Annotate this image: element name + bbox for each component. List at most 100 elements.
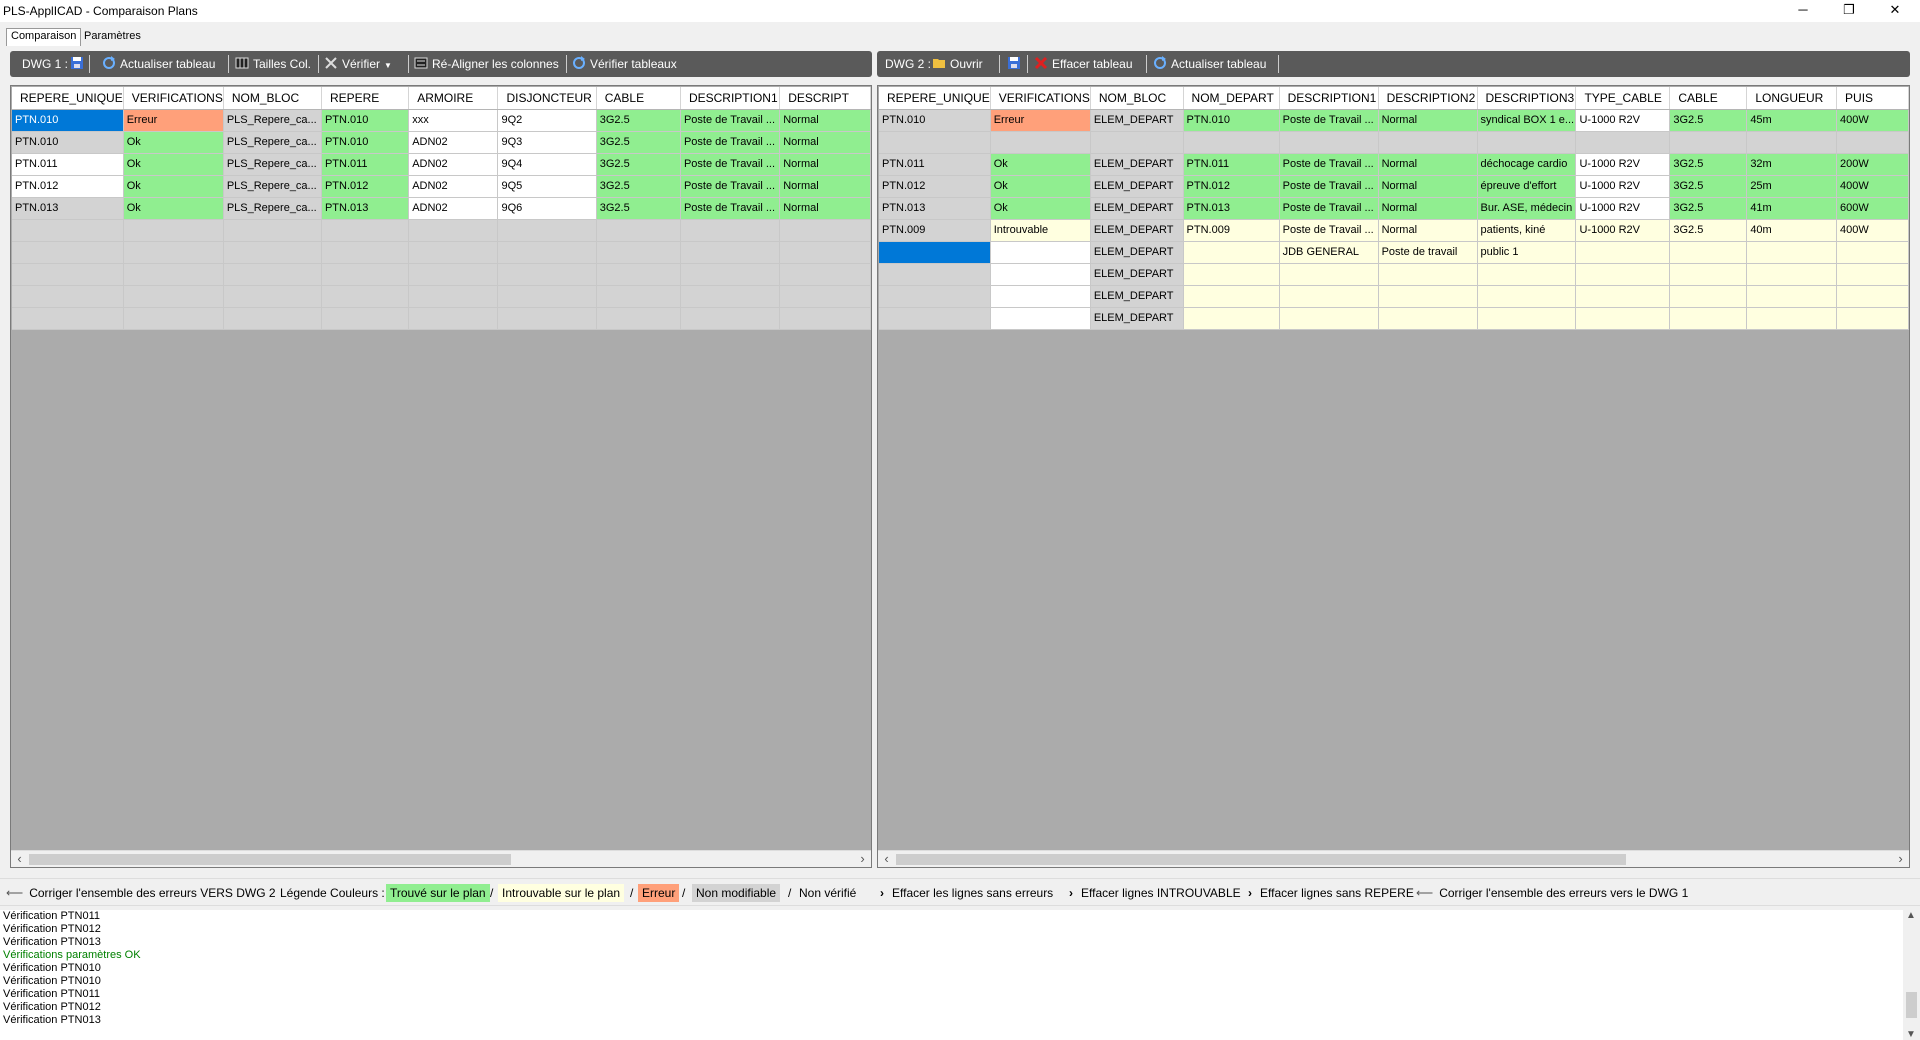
table-cell[interactable] <box>1477 131 1577 154</box>
table-cell[interactable]: Ok <box>990 175 1091 198</box>
table-cell[interactable]: 32m <box>1746 153 1838 176</box>
column-header[interactable]: ARMOIRE <box>408 87 499 110</box>
table-cell[interactable]: Poste de Travail ... <box>680 131 781 154</box>
table-cell[interactable]: PLS_Repere_ca... <box>223 109 322 132</box>
table-cell[interactable] <box>779 219 871 242</box>
column-header[interactable]: VERIFICATIONS <box>990 87 1091 110</box>
table-cell[interactable] <box>680 219 781 242</box>
table-row[interactable] <box>12 263 871 286</box>
scrollbar-thumb[interactable] <box>29 854 511 865</box>
dwg2-horizontal-scrollbar[interactable]: ‹ › <box>878 850 1909 867</box>
minimize-button[interactable]: ─ <box>1780 0 1826 22</box>
table-cell[interactable]: ELEM_DEPART <box>1090 175 1184 198</box>
table-cell[interactable]: Normal <box>779 153 871 176</box>
table-cell[interactable]: ELEM_DEPART <box>1090 219 1184 242</box>
table-cell[interactable] <box>321 219 410 242</box>
table-cell[interactable]: Poste de Travail ... <box>680 109 781 132</box>
table-row[interactable]: ELEM_DEPART <box>879 285 1909 308</box>
table-cell[interactable]: PTN.010 <box>321 109 410 132</box>
table-cell[interactable]: 3G2.5 <box>1669 175 1748 198</box>
table-cell[interactable]: PTN.013 <box>12 197 124 220</box>
table-cell[interactable]: U-1000 R2V <box>1575 175 1671 198</box>
refresh-dwg2-button[interactable]: Actualiser tableau <box>1153 56 1266 72</box>
table-cell[interactable]: Normal <box>1378 175 1478 198</box>
table-cell[interactable]: PTN.011 <box>1183 153 1280 176</box>
table-cell[interactable] <box>223 219 322 242</box>
table-cell[interactable]: ADN02 <box>408 197 499 220</box>
table-cell[interactable]: public 1 <box>1477 241 1577 264</box>
dwg1-horizontal-scrollbar[interactable]: ‹ › <box>11 850 871 867</box>
open-dwg2-button[interactable]: Ouvrir <box>932 56 983 72</box>
table-row[interactable]: PTN.012 Ok PLS_Repere_ca... PTN.012 ADN02 9Q5… <box>12 175 871 198</box>
table-cell[interactable] <box>497 285 597 308</box>
table-cell[interactable]: Ok <box>990 197 1091 220</box>
table-row[interactable]: PTN.013 Ok ELEM_DEPART PTN.013 Poste de Trav… <box>879 197 1909 220</box>
table-cell[interactable] <box>223 307 322 330</box>
table-cell[interactable] <box>879 263 991 286</box>
table-cell[interactable]: Poste de Travail ... <box>680 175 781 198</box>
table-cell[interactable]: 400W <box>1836 175 1909 198</box>
table-row[interactable]: ELEM_DEPART <box>879 263 1909 286</box>
table-cell[interactable] <box>596 285 681 308</box>
scroll-right-icon[interactable]: › <box>854 851 871 867</box>
table-cell[interactable] <box>1090 131 1184 154</box>
table-cell[interactable] <box>879 307 991 330</box>
table-cell[interactable]: 41m <box>1746 197 1838 220</box>
column-header[interactable]: DISJONCTEUR <box>497 87 597 110</box>
column-header[interactable]: DESCRIPT <box>779 87 871 110</box>
realign-columns-button[interactable]: Ré-Aligner les colonnes <box>414 56 559 72</box>
table-row[interactable]: PTN.010 Erreur ELEM_DEPART PTN.010 Poste de … <box>879 109 1909 132</box>
table-cell[interactable] <box>680 285 781 308</box>
table-cell[interactable]: Poste de Travail ... <box>680 197 781 220</box>
table-cell[interactable]: Ok <box>123 197 224 220</box>
table-cell[interactable] <box>1183 131 1280 154</box>
table-cell[interactable]: PLS_Repere_ca... <box>223 197 322 220</box>
table-cell[interactable] <box>1746 131 1838 154</box>
restore-button[interactable]: ❐ <box>1826 0 1872 22</box>
table-cell[interactable]: 40m <box>1746 219 1838 242</box>
table-cell[interactable] <box>1183 263 1280 286</box>
table-cell[interactable] <box>12 285 124 308</box>
table-cell[interactable]: 9Q2 <box>497 109 597 132</box>
table-cell[interactable]: 25m <box>1746 175 1838 198</box>
table-cell[interactable] <box>321 285 410 308</box>
table-cell[interactable] <box>408 263 499 286</box>
table-cell[interactable] <box>1746 263 1838 286</box>
table-cell[interactable] <box>123 307 224 330</box>
table-cell[interactable]: 200W <box>1836 153 1909 176</box>
table-cell[interactable] <box>1836 285 1909 308</box>
save-dwg2-button[interactable] <box>1007 56 1025 72</box>
table-cell[interactable] <box>1746 285 1838 308</box>
table-cell[interactable]: Normal <box>1378 219 1478 242</box>
table-cell[interactable]: Poste de Travail ... <box>1279 219 1379 242</box>
table-cell[interactable] <box>990 241 1091 264</box>
table-cell[interactable] <box>1669 285 1748 308</box>
table-cell[interactable] <box>1183 241 1280 264</box>
table-cell[interactable] <box>408 219 499 242</box>
table-cell[interactable]: 9Q6 <box>497 197 597 220</box>
table-cell[interactable] <box>1378 263 1478 286</box>
table-cell[interactable] <box>879 241 991 264</box>
table-cell[interactable] <box>408 285 499 308</box>
table-cell[interactable] <box>990 307 1091 330</box>
clear-table-button[interactable]: Effacer tableau <box>1034 56 1133 72</box>
table-cell[interactable]: Normal <box>1378 197 1478 220</box>
table-cell[interactable]: PTN.009 <box>1183 219 1280 242</box>
column-header[interactable]: PUIS <box>1836 87 1909 110</box>
table-row[interactable]: PTN.010 Erreur PLS_Repere_ca... PTN.010 xxx 9… <box>12 109 871 132</box>
table-cell[interactable]: Erreur <box>990 109 1091 132</box>
table-cell[interactable]: ELEM_DEPART <box>1090 241 1184 264</box>
table-cell[interactable]: U-1000 R2V <box>1575 109 1671 132</box>
table-cell[interactable]: PTN.011 <box>12 153 124 176</box>
table-cell[interactable]: U-1000 R2V <box>1575 197 1671 220</box>
table-cell[interactable] <box>1575 285 1671 308</box>
table-cell[interactable]: U-1000 R2V <box>1575 219 1671 242</box>
table-cell[interactable] <box>779 285 871 308</box>
scroll-up-icon[interactable]: ▲ <box>1906 910 1916 921</box>
table-cell[interactable] <box>1575 131 1671 154</box>
table-cell[interactable]: PTN.010 <box>321 131 410 154</box>
table-cell[interactable]: Ok <box>123 175 224 198</box>
table-cell[interactable]: Normal <box>779 131 871 154</box>
scrollbar-thumb[interactable] <box>896 854 1626 865</box>
column-header[interactable]: REPERE <box>321 87 410 110</box>
